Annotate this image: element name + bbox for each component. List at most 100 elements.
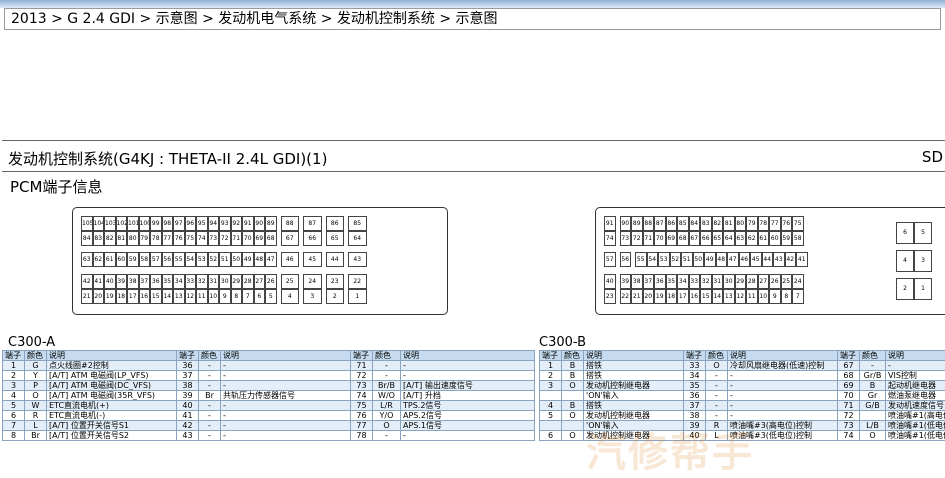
connector-pin: 44 (326, 252, 345, 267)
desc-cell: ETC直流电机(-) (47, 411, 177, 421)
desc-cell: 喷油嘴#1(高电位)控制 (886, 411, 945, 421)
connector-pin: 34 (677, 274, 689, 289)
connector-pin: 54 (185, 252, 197, 267)
connector-pin: 26 (265, 274, 277, 289)
connector-pin-row: 1051041031021011009998979695949392919089… (81, 216, 367, 231)
connector-pin: 27 (758, 274, 770, 289)
pin-table-b: 端子 颜色 说明 端子 颜色 说明 端子 颜色 说明 1B搭铁33O冷却风扇继电… (539, 350, 945, 441)
desc-cell: 搭铁 (584, 401, 684, 411)
connector-pin: 97 (173, 216, 185, 231)
color-cell: Br/B (373, 381, 401, 391)
color-cell: - (706, 391, 728, 401)
color-cell: L/R (373, 401, 401, 411)
color-cell: B (860, 381, 886, 391)
pin-cell: 1 (540, 361, 562, 371)
connector-pin: 60 (769, 231, 781, 246)
connector-pin: 75 (792, 216, 804, 231)
connector-pin: 73 (620, 231, 632, 246)
connector-pin: 2 (896, 278, 914, 300)
connector-pin: 85 (348, 216, 367, 231)
pin-cell: 37 (684, 401, 706, 411)
connector-pin: 8 (781, 289, 793, 304)
connector-pin: 14 (712, 289, 724, 304)
table-row: 'ON'输入39R喷油嘴#3(高电位)控制73L/B喷油嘴#1(低电位)控制 (540, 421, 945, 431)
table-row: 5WETC直流电机(+)40--75L/RTPS.2信号 (3, 401, 535, 411)
desc-cell: - (221, 411, 351, 421)
color-cell: - (199, 411, 221, 421)
breadcrumb[interactable]: 2013 > G 2.4 GDI > 示意图 > 发动机电气系统 > 发动机控制… (4, 8, 941, 30)
connector-pin: 74 (604, 231, 616, 246)
connector-pin: 72 (219, 231, 231, 246)
color-cell: O (562, 381, 584, 391)
connector-pin: 43 (773, 252, 785, 267)
desc-cell: 'ON'输入 (584, 391, 684, 401)
connector-pin: 21 (81, 289, 93, 304)
color-cell: - (860, 361, 886, 371)
connector-pin: 22 (620, 289, 632, 304)
connector-pin-row: 6362616059585756555453525150494847464544… (81, 252, 367, 267)
connector-pin: 69 (254, 231, 266, 246)
connector-pin: 73 (208, 231, 220, 246)
desc-cell: TPS.2信号 (401, 401, 535, 411)
desc-cell: - (728, 401, 838, 411)
connector-pin: 91 (242, 216, 254, 231)
connector-pin: 35 (666, 274, 678, 289)
connector-pin: 37 (139, 274, 151, 289)
color-cell: - (199, 401, 221, 411)
color-cell: - (706, 401, 728, 411)
color-cell: O (562, 411, 584, 421)
color-cell: - (199, 431, 221, 441)
connector-pin: 78 (758, 216, 770, 231)
connector-pin: 62 (746, 231, 758, 246)
connector-pin: 16 (139, 289, 151, 304)
connector-pin: 48 (254, 252, 266, 267)
desc-cell: APS.2信号 (401, 411, 535, 421)
connector-pin: 81 (116, 231, 128, 246)
connector-pin: 57 (604, 252, 616, 267)
connector-pin: 11 (196, 289, 208, 304)
header-desc: 说明 (584, 351, 684, 361)
connector-pin: 55 (635, 252, 647, 267)
connector-pin: 18 (116, 289, 128, 304)
pin-cell (540, 391, 562, 401)
connector-pin: 43 (348, 252, 367, 267)
connector-pin: 8 (231, 289, 243, 304)
connector-pin: 31 (208, 274, 220, 289)
connector-pin: 40 (104, 274, 116, 289)
connector-pin: 35 (162, 274, 174, 289)
pin-cell: 3 (3, 381, 25, 391)
connector-pin: 88 (281, 216, 300, 231)
desc-cell: 发动机控制继电器 (584, 431, 684, 441)
desc-cell: [A/T] ATM 电磁阀(LP_VFS) (47, 371, 177, 381)
desc-cell: 起动机继电器 (886, 381, 945, 391)
color-cell: - (373, 361, 401, 371)
header-pin: 端子 (540, 351, 562, 361)
connector-pin: 71 (231, 231, 243, 246)
header-desc: 说明 (886, 351, 945, 361)
header-pin: 端子 (838, 351, 860, 361)
connector-pin: 53 (658, 252, 670, 267)
color-cell: O (860, 431, 886, 441)
connector-pin: 30 (219, 274, 231, 289)
pin-cell: 74 (838, 431, 860, 441)
header-color: 颜色 (199, 351, 221, 361)
connector-pin: 72 (631, 231, 643, 246)
pin-cell: 68 (838, 371, 860, 381)
pin-cell: 42 (177, 421, 199, 431)
connector-pin-row: 2322212019181716151413121110987 (604, 289, 804, 304)
color-cell: - (706, 371, 728, 381)
connector-b-label: C300-B (539, 335, 586, 350)
connector-pin: 77 (162, 231, 174, 246)
connector-pin: 2 (326, 289, 345, 304)
desc-cell: 搭铁 (584, 361, 684, 371)
document-area: 发动机控制系统(G4KJ : THETA-II 2.4L GDI)(1) SD … (0, 138, 945, 466)
color-cell: B (562, 371, 584, 381)
connector-pin: 86 (326, 216, 345, 231)
desc-cell: - (728, 411, 838, 421)
desc-cell: - (728, 371, 838, 381)
pin-cell: 38 (684, 411, 706, 421)
connector-pin: 75 (185, 231, 197, 246)
connector-pin: 83 (700, 216, 712, 231)
color-cell: Gr (860, 391, 886, 401)
connector-pin: 83 (93, 231, 105, 246)
